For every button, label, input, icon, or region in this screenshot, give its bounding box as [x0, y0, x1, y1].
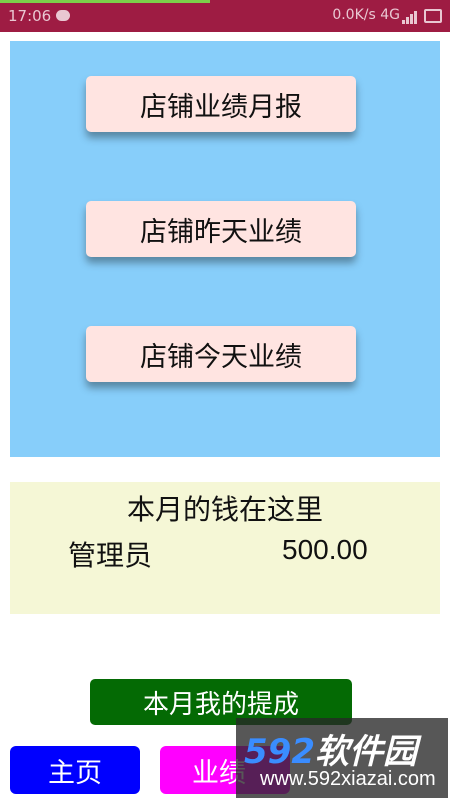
download-progress [0, 0, 210, 3]
nav-business-button[interactable]: 业绩 [160, 746, 290, 794]
nav-home-button[interactable]: 主页 [10, 746, 140, 794]
today-report-button[interactable]: 店铺今天业绩 [86, 326, 356, 382]
signal-icon [402, 10, 418, 24]
commission-role: 管理员 [68, 539, 153, 572]
battery-icon [424, 9, 442, 23]
monthly-report-button[interactable]: 店铺业绩月报 [86, 76, 356, 132]
commission-amount: 500.00 [282, 534, 368, 565]
wechat-icon [56, 10, 70, 21]
commission-panel: 本月的钱在这里 管理员 500.00 [10, 482, 440, 614]
yesterday-report-button[interactable]: 店铺昨天业绩 [86, 201, 356, 257]
my-commission-button[interactable]: 本月我的提成 [90, 679, 352, 725]
status-bar: 17:06 0.0K/s 4G [0, 0, 450, 32]
status-time: 17:06 [8, 7, 52, 25]
commission-title: 本月的钱在这里 [126, 493, 323, 526]
network-speed: 0.0K/s 4G [332, 7, 400, 23]
report-panel: 店铺业绩月报 店铺昨天业绩 店铺今天业绩 [10, 41, 440, 457]
